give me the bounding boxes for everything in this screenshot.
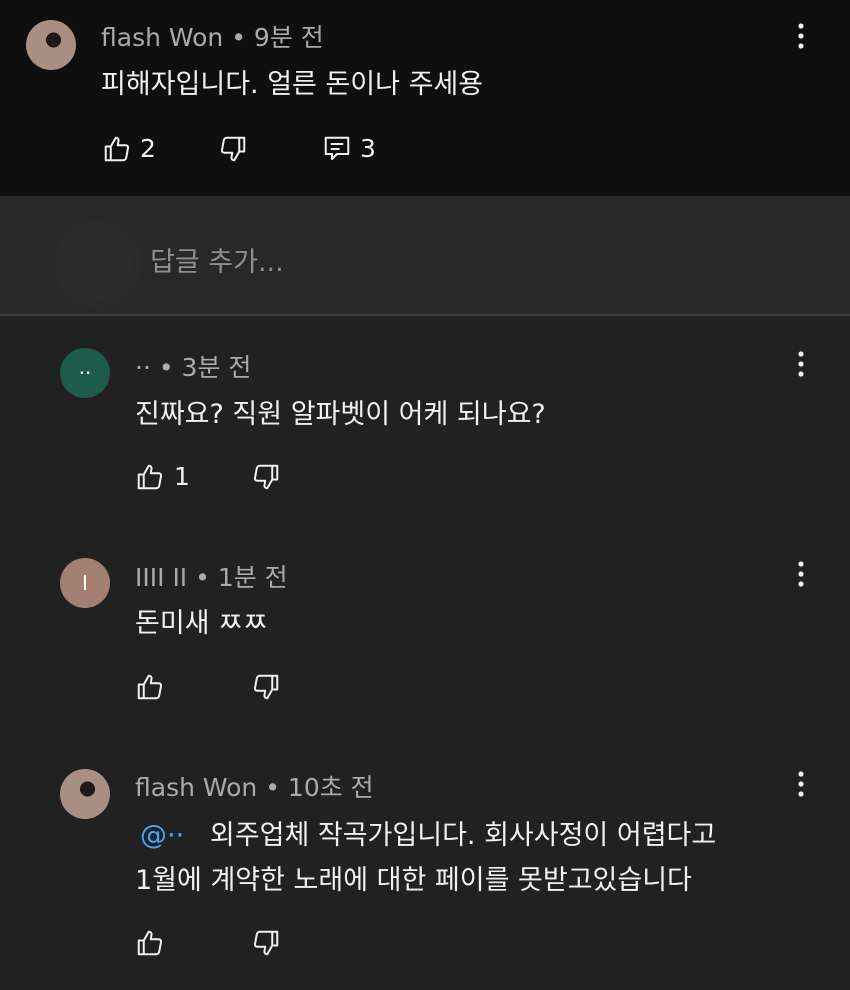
reply-text: 돈미새 ㅉㅉ	[135, 608, 268, 639]
like-count: 1	[174, 462, 190, 491]
reply-author[interactable]: ··	[135, 353, 151, 382]
reply-time: 1분 전	[217, 563, 288, 592]
dislike-icon[interactable]	[251, 672, 281, 702]
like-icon[interactable]	[135, 462, 165, 492]
reply-text-line2: 1월에 계약한 노래에 대한 페이를 못받고있습니다	[135, 865, 692, 896]
avatar[interactable]	[26, 20, 76, 70]
like-count: 2	[140, 134, 156, 163]
reply-meta: flash Won • 10초 전	[135, 773, 374, 802]
like-icon[interactable]	[135, 928, 165, 958]
comment-meta: flash Won • 9분 전	[101, 23, 324, 52]
dislike-icon[interactable]	[218, 134, 248, 164]
mention-link[interactable]: @··	[140, 820, 184, 851]
reply-text: @·· 외주업체 작곡가입니다. 회사사정이 어렵다고	[140, 813, 716, 852]
reply-text: 진짜요? 직원 알파벳이 어케 되나요?	[135, 399, 546, 430]
reply-author[interactable]: IIII II	[135, 563, 187, 592]
comment-time: 9분 전	[253, 23, 324, 52]
like-icon[interactable]	[135, 672, 165, 702]
reply-time: 3분 전	[181, 353, 252, 382]
like-icon[interactable]	[102, 134, 132, 164]
reply-author[interactable]: flash Won	[135, 773, 257, 802]
comment-author[interactable]: flash Won	[101, 23, 223, 52]
avatar	[56, 222, 140, 306]
avatar[interactable]: I	[60, 558, 110, 608]
reply-meta: IIII II • 1분 전	[135, 563, 288, 592]
avatar[interactable]: ··	[60, 348, 110, 398]
reply-text-line1: 외주업체 작곡가입니다. 회사사정이 어렵다고	[209, 820, 717, 851]
reply-count[interactable]: 3	[360, 134, 376, 163]
dislike-icon[interactable]	[251, 462, 281, 492]
dislike-icon[interactable]	[251, 928, 281, 958]
reply-time: 10초 전	[287, 773, 374, 802]
more-options-icon[interactable]	[789, 766, 813, 802]
reply-input[interactable]: 답글 추가...	[150, 240, 284, 279]
avatar[interactable]	[60, 769, 110, 819]
reply-meta: ·· • 3분 전	[135, 353, 252, 382]
comment-text: 피해자입니다. 얼른 돈이나 주세용	[101, 69, 484, 100]
more-options-icon[interactable]	[789, 18, 813, 54]
reply-icon[interactable]	[322, 134, 352, 164]
more-options-icon[interactable]	[789, 346, 813, 382]
more-options-icon[interactable]	[789, 556, 813, 592]
